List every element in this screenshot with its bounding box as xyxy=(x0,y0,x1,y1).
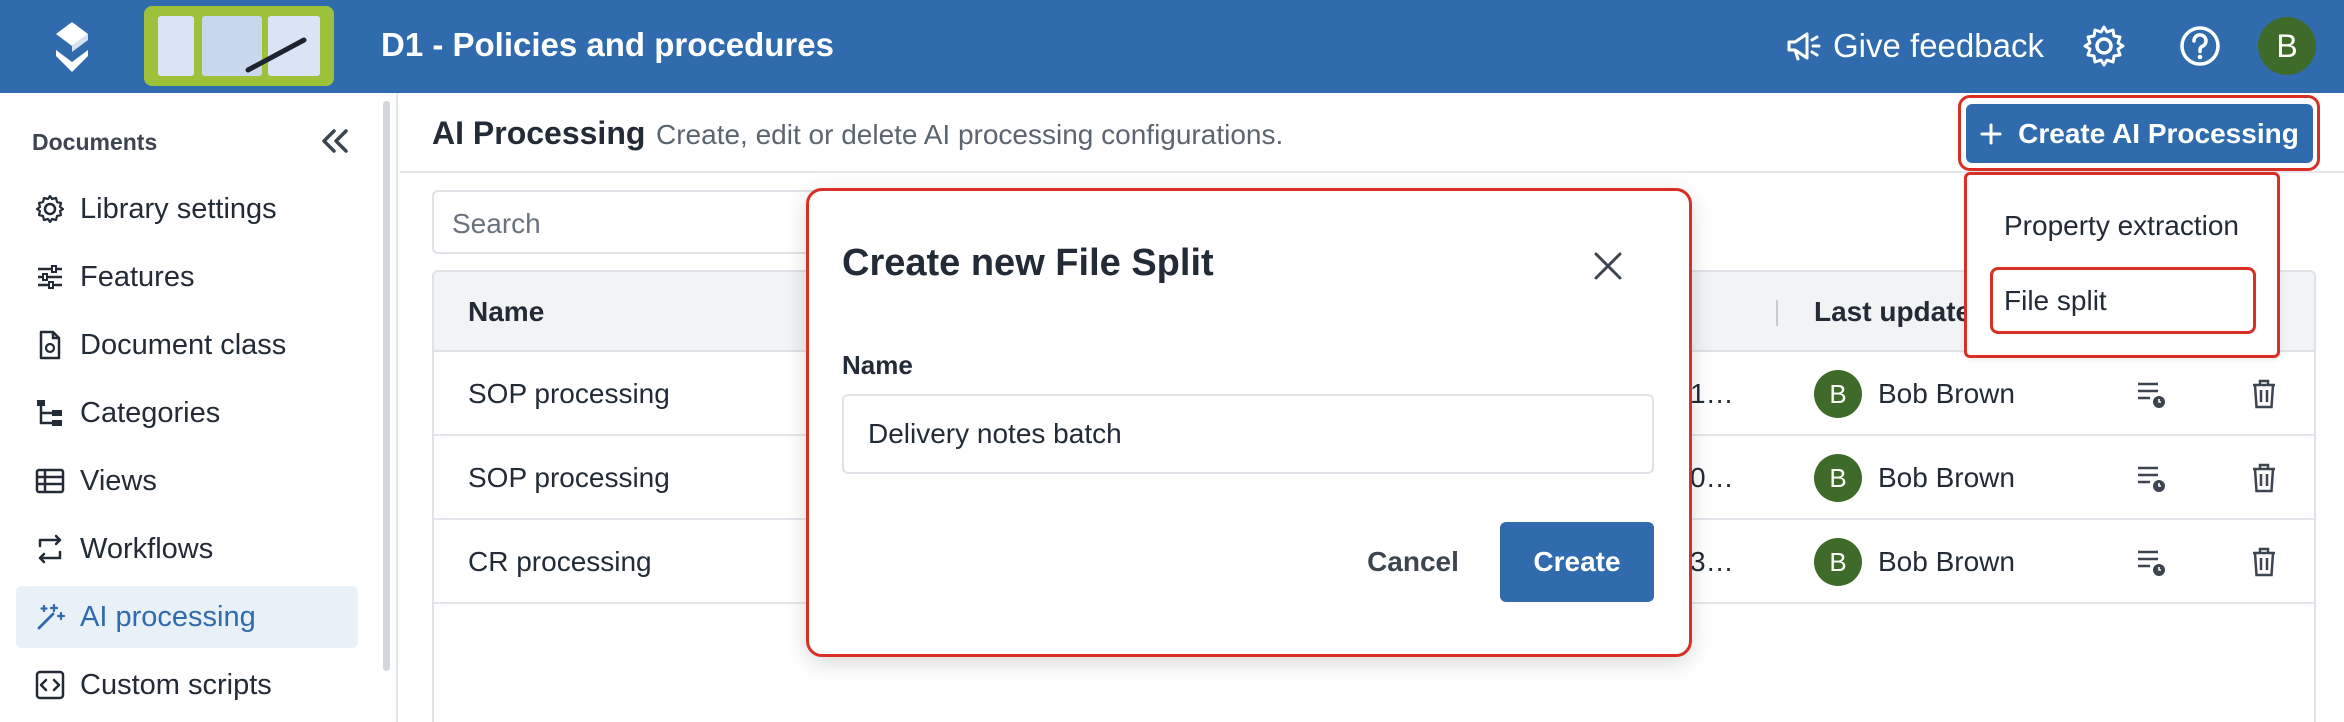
trash-icon[interactable] xyxy=(2246,376,2282,412)
document-gear-icon xyxy=(39,330,61,360)
code-icon xyxy=(35,670,65,700)
history-list-icon[interactable] xyxy=(2134,376,2170,412)
page-subtitle: Create, edit or delete AI processing con… xyxy=(656,119,1284,150)
table-view-icon xyxy=(35,468,65,494)
column-header-last-updated[interactable]: Last updated xyxy=(1814,296,1988,328)
user-avatar[interactable]: B xyxy=(2258,17,2316,75)
sidebar-item-label: Categories xyxy=(80,396,221,429)
sidebar-item-library-settings[interactable]: Library settings xyxy=(16,178,358,240)
avatar: B xyxy=(1814,454,1862,502)
page-title: AI Processing xyxy=(432,115,646,151)
megaphone-icon xyxy=(1787,32,1821,61)
sidebar-item-label: AI processing xyxy=(80,600,256,633)
avatar: B xyxy=(1814,538,1862,586)
sidebar-item-label: Views xyxy=(80,464,157,497)
sparkle-icon xyxy=(37,603,66,630)
row-date-fragment: 0… xyxy=(1690,462,1734,493)
row-date-fragment: 1… xyxy=(1690,378,1734,409)
app-title: D1 - Policies and procedures xyxy=(381,26,834,63)
gear-icon xyxy=(35,194,65,224)
sidebar-item-features[interactable]: Features xyxy=(16,246,358,308)
library-thumbnail[interactable] xyxy=(144,6,334,86)
sidebar-item-categories[interactable]: Categories xyxy=(16,382,358,444)
row-user: Bob Brown xyxy=(1878,462,2015,493)
gear-icon[interactable] xyxy=(2080,22,2128,70)
collapse-sidebar-icon[interactable] xyxy=(316,125,352,157)
highlight-dialog xyxy=(806,188,1692,657)
column-separator[interactable] xyxy=(1776,300,1778,326)
app-logo-icon[interactable] xyxy=(48,20,96,74)
hierarchy-icon xyxy=(37,400,62,426)
history-list-icon[interactable] xyxy=(2134,544,2170,580)
trash-icon[interactable] xyxy=(2246,460,2282,496)
sidebar-item-label: Custom scripts xyxy=(80,668,272,701)
column-header-name[interactable]: Name xyxy=(468,296,544,328)
row-name: CR processing xyxy=(468,546,652,577)
sidebar-item-label: Workflows xyxy=(80,532,214,565)
sidebar-heading: Documents xyxy=(32,129,158,155)
search-input[interactable]: Search xyxy=(432,190,832,254)
sidebar: Documents Library settings Features Docu… xyxy=(0,93,398,722)
sidebar-item-custom-scripts[interactable]: Custom scripts xyxy=(16,654,358,716)
sidebar-item-document-class[interactable]: Document class xyxy=(16,314,358,376)
highlight-create-button xyxy=(1958,95,2320,171)
help-icon[interactable] xyxy=(2176,22,2224,70)
history-list-icon[interactable] xyxy=(2134,460,2170,496)
sidebar-scrollbar[interactable] xyxy=(383,101,390,671)
sliders-icon xyxy=(38,265,62,289)
sidebar-item-ai-processing[interactable]: AI processing xyxy=(16,586,358,648)
row-user: Bob Brown xyxy=(1878,378,2015,409)
search-placeholder: Search xyxy=(452,208,541,239)
sidebar-item-label: Library settings xyxy=(80,192,277,225)
sidebar-item-label: Document class xyxy=(80,328,287,361)
row-date-fragment: 3… xyxy=(1690,546,1734,577)
sidebar-item-label: Features xyxy=(80,260,195,293)
avatar: B xyxy=(1814,370,1862,418)
give-feedback-button[interactable]: Give feedback xyxy=(1785,24,2044,68)
sidebar-item-views[interactable]: Views xyxy=(16,450,358,512)
top-bar: D1 - Policies and procedures Give feedba… xyxy=(0,0,2344,93)
row-name: SOP processing xyxy=(468,378,670,409)
row-user: Bob Brown xyxy=(1878,546,2015,577)
highlight-file-split xyxy=(1990,267,2256,334)
trash-icon[interactable] xyxy=(2246,544,2282,580)
give-feedback-label: Give feedback xyxy=(1833,27,2044,64)
sidebar-item-workflows[interactable]: Workflows xyxy=(16,518,358,580)
row-name: SOP processing xyxy=(468,462,670,493)
workflow-arrows-icon xyxy=(38,534,62,564)
